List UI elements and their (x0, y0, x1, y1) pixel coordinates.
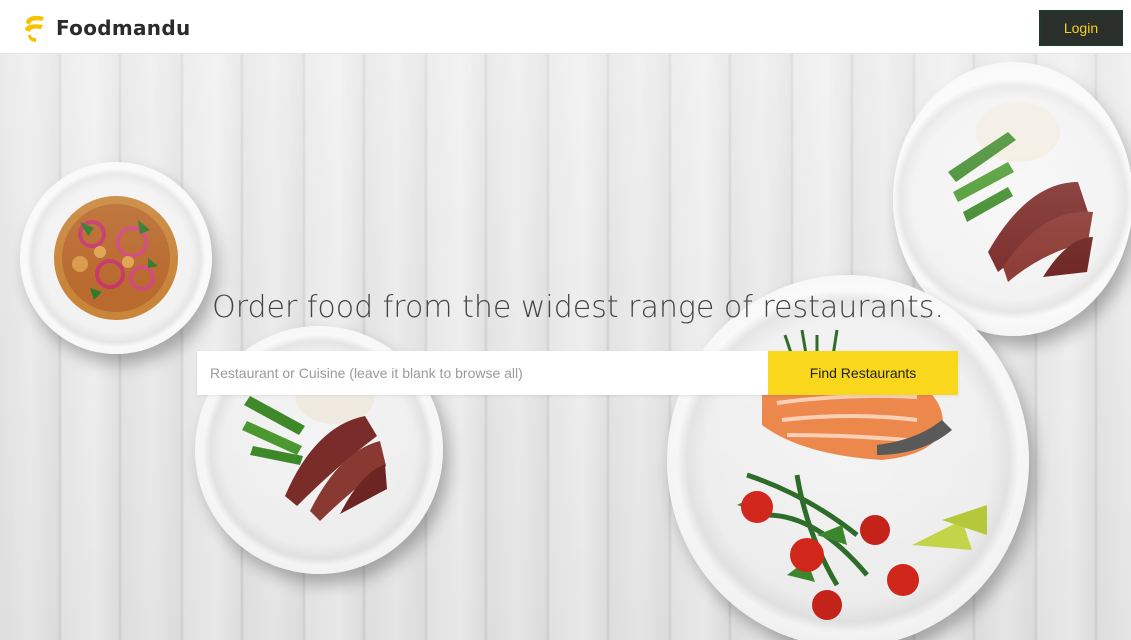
salmon-plate-image (667, 275, 1029, 640)
brand-name: Foodmandu (56, 16, 191, 40)
foodmandu-logo-icon (25, 15, 44, 42)
top-header: Foodmandu Login (0, 0, 1131, 54)
login-button[interactable]: Login (1039, 10, 1123, 46)
hero-section: Order food from the widest range of rest… (0, 54, 1131, 640)
hero-headline: Order food from the widest range of rest… (212, 290, 944, 325)
restaurant-search-input[interactable] (197, 351, 768, 395)
restaurant-search-bar: Find Restaurants (197, 351, 958, 395)
find-restaurants-button[interactable]: Find Restaurants (768, 351, 958, 395)
salad-plate-image (20, 162, 212, 354)
brand-logo[interactable]: Foodmandu (22, 12, 190, 44)
